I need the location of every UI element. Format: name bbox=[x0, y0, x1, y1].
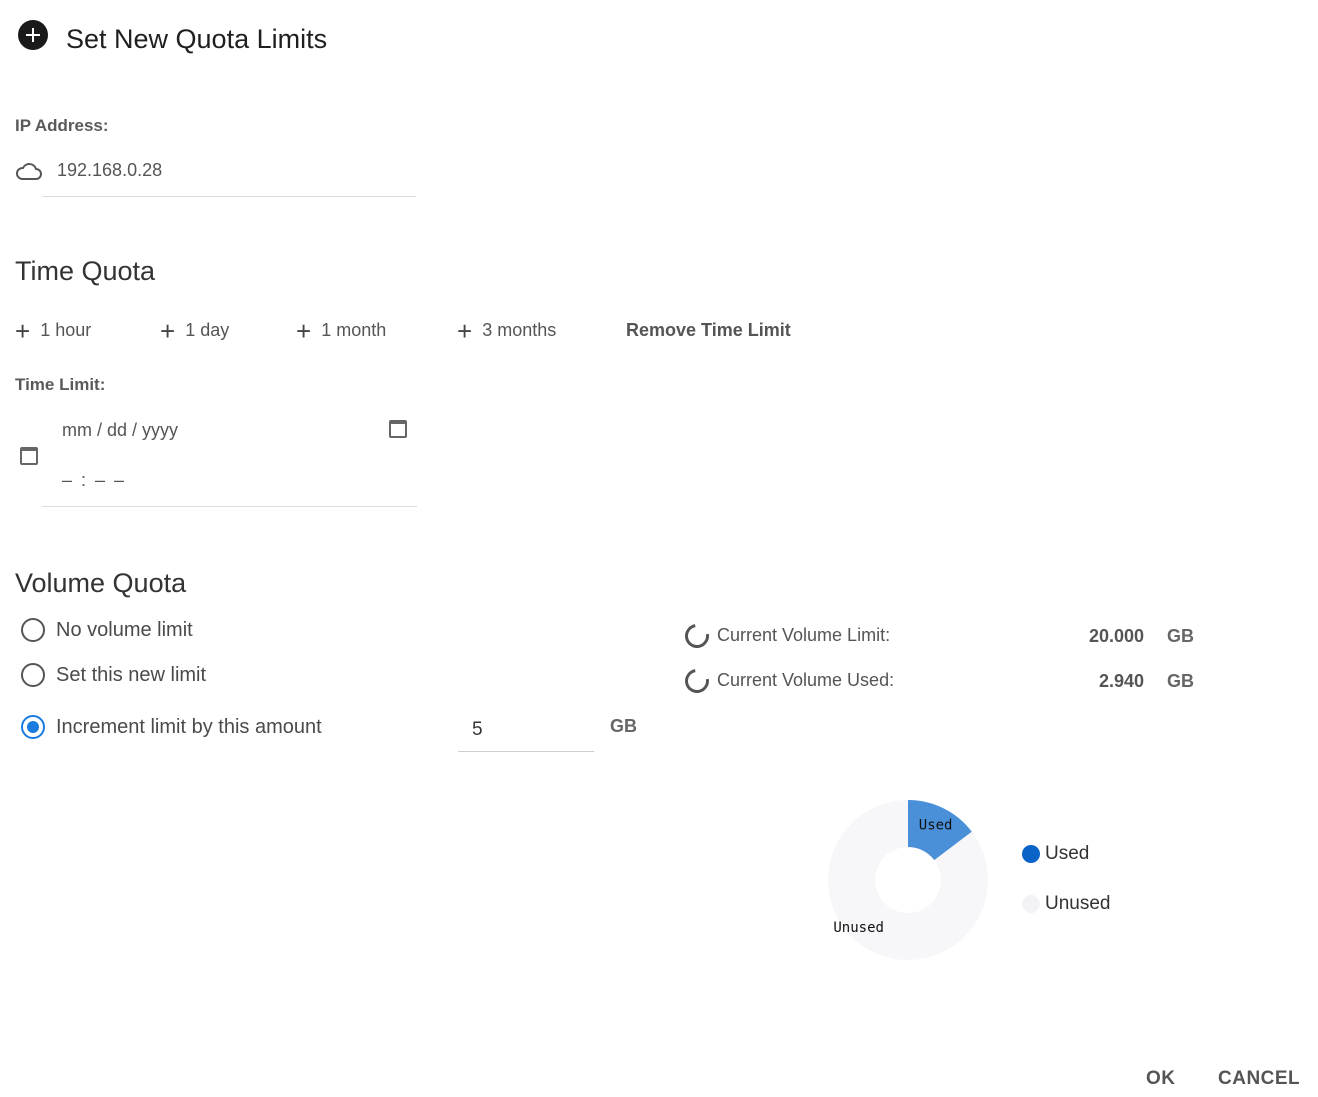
volume-quota-title: Volume Quota bbox=[15, 568, 187, 598]
add-3-months-button[interactable]: + 3 months bbox=[457, 315, 557, 346]
current-used-label: Current Volume Used: bbox=[717, 670, 895, 690]
plus-icon: + bbox=[15, 315, 31, 346]
ok-button[interactable]: OK bbox=[1146, 1068, 1176, 1090]
quick-add-label: 1 month bbox=[321, 320, 387, 340]
increment-amount-input[interactable] bbox=[458, 708, 594, 752]
current-limit-unit: GB bbox=[1167, 626, 1194, 646]
option-label: Set this new limit bbox=[56, 663, 207, 686]
radio-unchecked-icon[interactable] bbox=[21, 618, 45, 642]
current-used-unit: GB bbox=[1167, 671, 1194, 691]
volume-usage-chart: Used Unused bbox=[828, 800, 988, 960]
legend-used-label: Used bbox=[1045, 843, 1090, 864]
legend-unused-swatch bbox=[1022, 895, 1040, 913]
ip-address-label: IP Address: bbox=[15, 116, 109, 135]
add-1-day-button[interactable]: + 1 day bbox=[160, 315, 230, 346]
dialog-title: Set New Quota Limits bbox=[66, 24, 328, 54]
add-1-month-button[interactable]: + 1 month bbox=[296, 315, 387, 346]
time-limit-underline bbox=[42, 506, 417, 507]
quick-add-label: 1 day bbox=[185, 320, 230, 340]
legend-unused-label: Unused bbox=[1045, 893, 1111, 914]
volume-used-icon bbox=[680, 664, 714, 698]
quick-add-label: 1 hour bbox=[40, 320, 92, 340]
volume-limit-icon bbox=[680, 619, 714, 653]
current-used-value: 2.940 bbox=[1098, 671, 1144, 691]
cloud-icon bbox=[16, 163, 42, 180]
radio-unchecked-icon[interactable] bbox=[21, 663, 45, 687]
time-quota-title: Time Quota bbox=[15, 256, 156, 286]
plus-icon: + bbox=[160, 315, 176, 346]
date-input[interactable]: mm / dd / yyyy bbox=[62, 420, 178, 441]
set-new-limit-option[interactable]: Set this new limit bbox=[21, 663, 206, 687]
radio-checked-icon[interactable] bbox=[21, 715, 45, 739]
plus-icon: + bbox=[457, 315, 473, 346]
no-volume-limit-option[interactable]: No volume limit bbox=[21, 618, 193, 642]
ip-address-value[interactable]: 192.168.0.28 bbox=[57, 160, 162, 181]
option-label: No volume limit bbox=[56, 618, 193, 641]
add-circle-icon bbox=[18, 20, 48, 50]
time-input[interactable]: – : – – bbox=[62, 470, 126, 491]
add-1-hour-button[interactable]: + 1 hour bbox=[15, 315, 92, 346]
ip-address-underline bbox=[42, 196, 416, 197]
increment-unit: GB bbox=[610, 716, 637, 736]
remove-time-limit-button[interactable]: Remove Time Limit bbox=[626, 320, 791, 341]
time-limit-label: Time Limit: bbox=[15, 375, 106, 394]
increment-limit-option[interactable]: Increment limit by this amount bbox=[21, 715, 322, 739]
current-limit-value: 20.000 bbox=[1088, 626, 1144, 646]
legend-used-swatch bbox=[1022, 845, 1040, 863]
current-limit-label: Current Volume Limit: bbox=[717, 625, 891, 645]
donut-label-unused: Unused bbox=[833, 920, 884, 936]
calendar-icon bbox=[20, 447, 38, 465]
donut-label-used: Used bbox=[919, 817, 953, 833]
cancel-button[interactable]: CANCEL bbox=[1218, 1068, 1300, 1090]
quick-add-label: 3 months bbox=[482, 320, 557, 340]
option-label: Increment limit by this amount bbox=[56, 715, 322, 738]
date-picker-icon[interactable] bbox=[389, 420, 407, 438]
plus-icon: + bbox=[296, 315, 312, 346]
